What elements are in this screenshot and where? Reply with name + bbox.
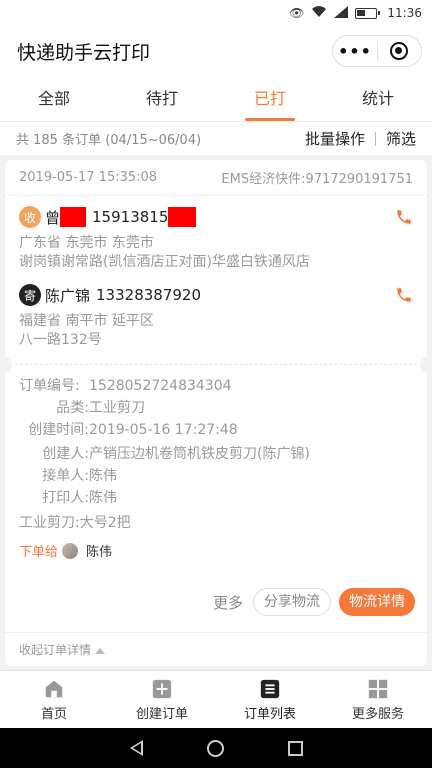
system-nav-bar (0, 728, 432, 768)
sender-block: 寄 陈广锦 13328387920 福建省 南平市 延平区 八一路132号 (5, 272, 427, 350)
category-value: 工业剪刀 (89, 400, 145, 416)
tabbar-order-list-label: 订单列表 (243, 706, 296, 722)
tabbar-more-services-label: 更多服务 (351, 706, 404, 722)
tab-printed[interactable]: 已打 (216, 76, 324, 121)
order-card-header: 2019-05-17 15:35:08 EMS经济快件:971729019175… (5, 160, 427, 196)
tabbar-home-label: 首页 (40, 706, 67, 722)
tabbar-create-order-label: 创建订单 (135, 706, 188, 722)
call-receiver-icon[interactable] (395, 208, 413, 231)
order-no: 1528052724834304 (89, 378, 232, 394)
plus-icon (152, 679, 172, 698)
grid-icon (368, 679, 388, 698)
summary-divider (374, 131, 376, 146)
tab-all[interactable]: 全部 (0, 76, 108, 121)
tabbar-home[interactable]: 首页 (0, 671, 108, 728)
sender-name: 陈广锦 (45, 286, 91, 305)
receiver-phone: 15913815 (92, 208, 169, 226)
receiver-person-label: 接单人: (42, 468, 89, 484)
tab-stats[interactable]: 统计 (324, 76, 432, 121)
avatar (62, 542, 79, 559)
receiver-person-value: 陈伟 (89, 468, 117, 484)
order-time: 2019-05-17 15:35:08 (19, 170, 158, 185)
app-header: 快递助手云打印 ••• (0, 26, 432, 76)
order-no-label: 订单编号: (19, 378, 80, 394)
status-time: 11:36 (387, 6, 422, 20)
carrier-tracking: EMS经济快件:9717290191751 (221, 172, 413, 187)
back-icon[interactable] (129, 740, 143, 756)
redaction-box (60, 207, 87, 227)
sender-tag: 寄 (19, 284, 41, 306)
collapse-label: 收起订单详情 (19, 643, 92, 657)
order-note: 工业剪刀:大号2把 (19, 515, 131, 531)
receiver-tag: 收 (19, 206, 41, 228)
order-details: 订单编号: 1528052724834304 品类: 工业剪刀 创建时间: 2019-… (5, 365, 427, 560)
collapse-details-toggle[interactable]: 收起订单详情 (5, 632, 427, 666)
order-tabs: 全部 待打 已打 统计 (0, 76, 432, 121)
call-sender-icon[interactable] (395, 286, 413, 309)
placed-to-name: 陈伟 (86, 545, 113, 560)
tabbar-create-order[interactable]: 创建订单 (108, 671, 216, 728)
more-actions-link[interactable]: 更多 (213, 592, 243, 613)
printer-label: 打印人: (42, 490, 89, 506)
caret-up-icon (95, 647, 106, 654)
sender-region: 福建省 南平市 延平区 (19, 313, 154, 329)
order-actions: 更多 分享物流 物流详情 (213, 588, 415, 616)
receiver-region: 广东省 东莞市 东莞市 (19, 235, 154, 251)
order-card: 2019-05-17 15:35:08 EMS经济快件:971729019175… (5, 160, 427, 666)
receiver-name: 曾 (45, 208, 61, 227)
home-icon (45, 680, 63, 697)
printer-value: 陈伟 (89, 490, 117, 506)
miniprogram-capsule: ••• (332, 35, 422, 67)
filter-button[interactable]: 筛选 (386, 128, 416, 149)
close-miniprogram-button[interactable] (378, 42, 421, 60)
receiver-block: 收 曾 15913815 广东省 东莞市 东莞市 谢岗镇谢常路(凯信酒店正对面)… (5, 196, 427, 272)
category-label: 品类: (56, 400, 89, 416)
battery-icon (355, 7, 381, 19)
tab-pending[interactable]: 待打 (108, 76, 216, 121)
eye-icon: 👁 (289, 6, 305, 20)
list-icon (260, 679, 280, 698)
sender-address: 八一路132号 (19, 332, 102, 348)
bottom-tab-bar: 首页 创建订单 订单列表 更多服务 (0, 670, 432, 728)
tabbar-order-list[interactable]: 订单列表 (216, 671, 324, 728)
receiver-address: 谢岗镇谢常路(凯信酒店正对面)华盛白铁通风店 (19, 254, 310, 270)
placed-to-label: 下单给 (19, 545, 59, 560)
recents-icon[interactable] (287, 740, 303, 756)
tabbar-more-services[interactable]: 更多服务 (324, 671, 432, 728)
status-bar: 👁 11:36 (0, 0, 432, 26)
share-logistics-button[interactable]: 分享物流 (253, 588, 331, 616)
sender-phone: 13328387920 (96, 286, 201, 304)
placed-to-row: 下单给 陈伟 (19, 541, 413, 560)
redaction-box (168, 207, 197, 227)
creator-label: 创建人: (42, 446, 89, 462)
ticket-divider (5, 357, 427, 373)
target-icon (390, 42, 409, 60)
more-menu-button[interactable]: ••• (333, 42, 377, 61)
signal-icon (334, 5, 349, 21)
created-label: 创建时间: (28, 422, 89, 438)
summary-bar: 共 185 条订单 (04/15~06/04) 批量操作 筛选 (0, 121, 432, 155)
creator-value: 产销压边机卷筒机铁皮剪刀(陈广锦) (89, 446, 310, 462)
page-title: 快递助手云打印 (17, 41, 151, 64)
wifi-icon (311, 5, 327, 21)
logistics-detail-button[interactable]: 物流详情 (339, 588, 415, 616)
home-circle-icon[interactable] (206, 739, 224, 757)
created-value: 2019-05-16 17:27:48 (89, 422, 238, 438)
order-count: 共 185 条订单 (04/15~06/04) (16, 133, 202, 148)
batch-operation-button[interactable]: 批量操作 (305, 128, 365, 149)
